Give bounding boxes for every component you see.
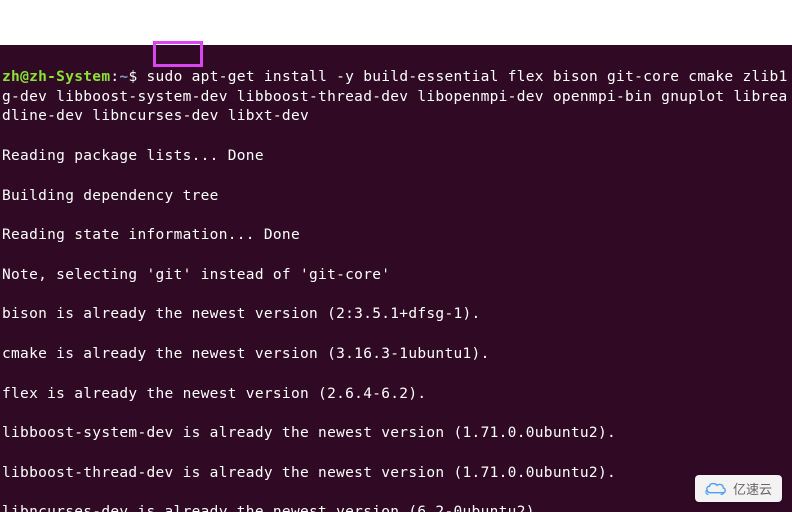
output-line: flex is already the newest version (2.6.… [2,385,792,405]
watermark: 亿速云 [695,475,782,502]
terminal-content: zh@zh-System:~$ sudo apt-get install -y … [2,48,792,512]
prompt-line-1: zh@zh-System:~$ sudo apt-get install -y … [2,68,792,127]
user: zh [2,69,20,85]
terminal-window[interactable]: zh@zh-System:~$ sudo apt-get install -y … [0,45,792,512]
hostname: zh-System [29,69,110,85]
output-line: cmake is already the newest version (3.1… [2,345,792,365]
cloud-icon [705,481,727,497]
output-line: bison is already the newest version (2:3… [2,305,792,325]
output-line: libboost-thread-dev is already the newes… [2,464,792,484]
output-line: libboost-system-dev is already the newes… [2,424,792,444]
watermark-text: 亿速云 [733,479,772,498]
sudo-text: sudo [147,69,183,85]
output-line: libncurses-dev is already the newest ver… [2,503,792,512]
output-line: Building dependency tree [2,187,792,207]
output-line: Reading package lists... Done [2,147,792,167]
whitespace-top [0,0,792,45]
output-line: Note, selecting 'git' instead of 'git-co… [2,266,792,286]
output-line: Reading state information... Done [2,226,792,246]
